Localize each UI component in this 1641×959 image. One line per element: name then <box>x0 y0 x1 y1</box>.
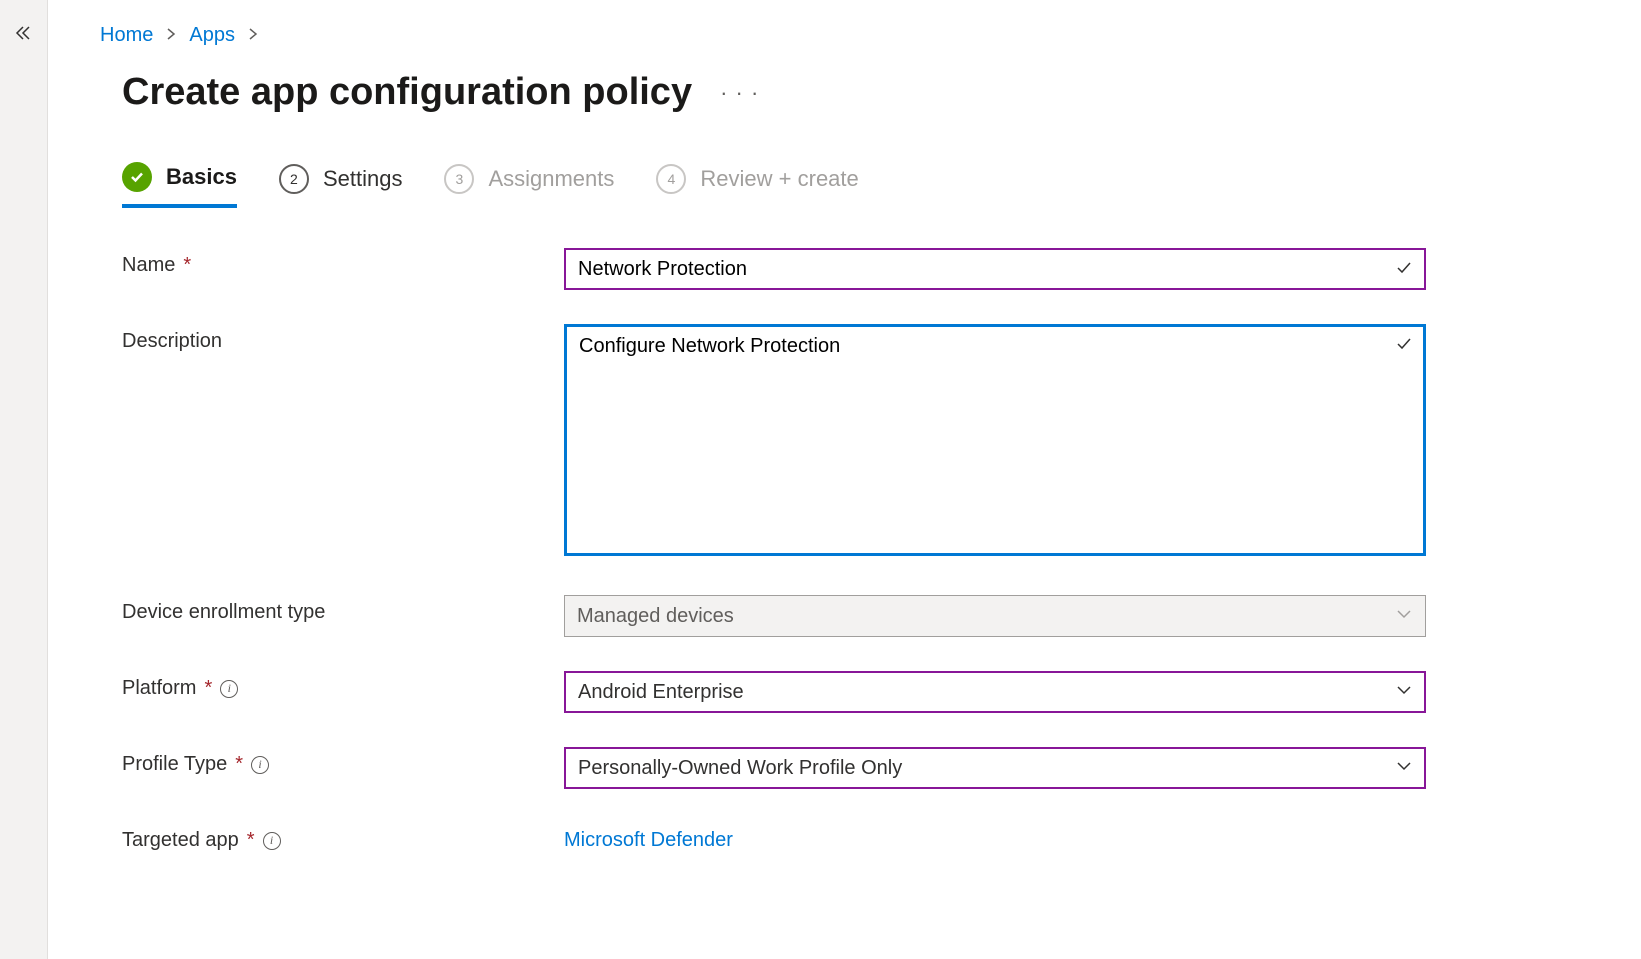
wizard-steps: Basics 2 Settings 3 Assignments 4 Review… <box>122 162 1621 208</box>
row-profile-type: Profile Type * i Personally-Owned Work P… <box>122 747 1621 789</box>
description-textarea[interactable] <box>564 324 1426 556</box>
label-platform: Platform * i <box>122 671 564 700</box>
label-description-text: Description <box>122 330 222 353</box>
breadcrumb-apps[interactable]: Apps <box>189 24 235 47</box>
label-enrollment: Device enrollment type <box>122 595 564 624</box>
label-platform-text: Platform <box>122 677 196 700</box>
wizard-step-assignments: 3 Assignments <box>444 164 614 206</box>
platform-select[interactable]: Android Enterprise <box>564 671 1426 713</box>
row-description: Description <box>122 324 1621 561</box>
label-enrollment-text: Device enrollment type <box>122 601 325 624</box>
more-actions-icon[interactable]: · · · <box>720 80 759 106</box>
wizard-label-settings: Settings <box>323 166 403 192</box>
wizard-label-basics: Basics <box>166 164 237 190</box>
profile-type-select[interactable]: Personally-Owned Work Profile Only <box>564 747 1426 789</box>
step-number-badge: 3 <box>444 164 474 194</box>
label-targeted-text: Targeted app <box>122 829 239 852</box>
step-number-badge: 4 <box>656 164 686 194</box>
targeted-app-link[interactable]: Microsoft Defender <box>564 823 733 852</box>
expand-sidebar-icon[interactable] <box>14 24 32 47</box>
breadcrumb-home[interactable]: Home <box>100 24 153 47</box>
step-number-badge: 2 <box>279 164 309 194</box>
info-icon[interactable]: i <box>263 832 281 850</box>
row-platform: Platform * i Android Enterprise <box>122 671 1621 713</box>
chevron-right-icon <box>247 25 259 46</box>
row-name: Name * <box>122 248 1621 290</box>
required-asterisk: * <box>204 677 212 700</box>
platform-value: Android Enterprise <box>578 681 744 704</box>
required-asterisk: * <box>247 829 255 852</box>
page-title: Create app configuration policy <box>122 71 692 114</box>
enrollment-value: Managed devices <box>577 605 734 628</box>
info-icon[interactable]: i <box>251 756 269 774</box>
name-input[interactable] <box>564 248 1426 290</box>
enrollment-select: Managed devices <box>564 595 1426 637</box>
required-asterisk: * <box>235 753 243 776</box>
label-description: Description <box>122 324 564 353</box>
page-title-row: Create app configuration policy · · · <box>122 71 1621 114</box>
checkmark-icon <box>122 162 152 192</box>
sidebar-collapsed <box>0 0 48 959</box>
label-name: Name * <box>122 248 564 277</box>
label-name-text: Name <box>122 254 175 277</box>
breadcrumb: Home Apps <box>100 24 1621 47</box>
wizard-label-review: Review + create <box>700 166 858 192</box>
wizard-label-assignments: Assignments <box>488 166 614 192</box>
form-basics: Name * Description Dev <box>122 248 1621 852</box>
info-icon[interactable]: i <box>220 680 238 698</box>
row-targeted-app: Targeted app * i Microsoft Defender <box>122 823 1621 852</box>
chevron-right-icon <box>165 25 177 46</box>
required-asterisk: * <box>183 254 191 277</box>
wizard-step-basics[interactable]: Basics <box>122 162 237 208</box>
label-profile-text: Profile Type <box>122 753 227 776</box>
label-targeted-app: Targeted app * i <box>122 823 564 852</box>
main-content: Home Apps Create app configuration polic… <box>80 0 1641 902</box>
wizard-step-review: 4 Review + create <box>656 164 858 206</box>
profile-value: Personally-Owned Work Profile Only <box>578 757 902 780</box>
label-profile-type: Profile Type * i <box>122 747 564 776</box>
wizard-step-settings[interactable]: 2 Settings <box>279 164 403 206</box>
row-enrollment: Device enrollment type Managed devices <box>122 595 1621 637</box>
